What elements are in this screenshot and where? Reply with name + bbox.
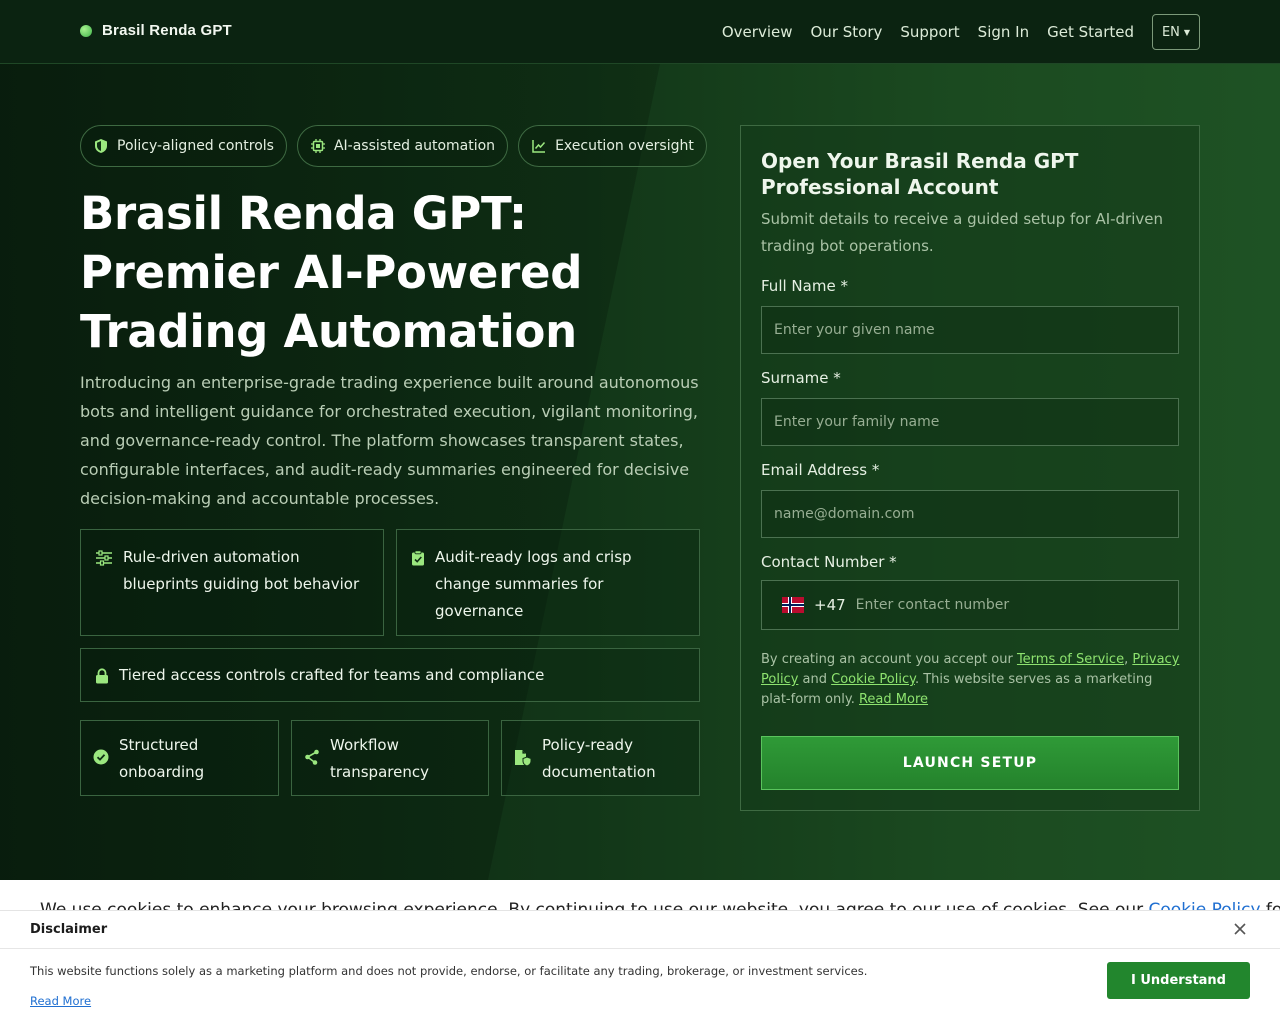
feature-label: Workflow transparency [330, 736, 429, 781]
chip-icon [310, 139, 325, 153]
hero-title: Brasil Renda GPT: Premier AI-Powered Tra… [80, 187, 583, 358]
nav-sign-in[interactable]: Sign In [978, 23, 1029, 41]
hero-chips: Policy-aligned controls AI-assisted auto… [80, 125, 707, 167]
shield-icon [95, 139, 107, 153]
feature-onboarding: Structured onboarding [80, 720, 279, 796]
chip-ai: AI-assisted automation [296, 125, 509, 167]
brand-name: Brasil Renda GPT [102, 22, 232, 39]
feature-access-controls: Tiered access controls crafted for teams… [80, 648, 700, 702]
disclaimer-header: Disclaimer [0, 911, 1280, 949]
check-circle-icon [93, 749, 109, 765]
terms-and: and [798, 672, 832, 687]
feature-label: Structured onboarding [119, 736, 205, 781]
feature-label: Policy-ready documentation [542, 736, 656, 781]
surname-input[interactable] [761, 398, 1179, 446]
share-nodes-icon [305, 749, 319, 765]
contact-number-input[interactable] [855, 597, 1178, 613]
form-subtitle: Submit details to receive a guided setup… [761, 210, 1164, 255]
chevron-down-icon: ▼ [1183, 27, 1191, 37]
sliders-icon [96, 550, 112, 566]
brand-logo-dot [80, 24, 92, 37]
disclaimer-text: This website functions solely as a marke… [30, 964, 868, 978]
terms-prefix: By creating an account you accept our [761, 652, 1017, 667]
full-name-input[interactable] [761, 306, 1179, 354]
site-header: Brasil Renda GPT Overview Our Story Supp… [0, 0, 1280, 64]
chip-execution: Execution oversight [518, 125, 707, 167]
nav-overview[interactable]: Overview [722, 23, 793, 41]
chip-label: Policy-aligned controls [117, 138, 274, 154]
nav-get-started[interactable]: Get Started [1047, 23, 1134, 41]
terms-read-more-link[interactable]: Read More [859, 692, 928, 707]
chip-label: AI-assisted automation [333, 138, 496, 154]
email-label: Email Address * [761, 461, 880, 479]
contact-number-label: Contact Number * [761, 553, 897, 571]
signup-form: Open Your Brasil Renda GPT Professional … [740, 125, 1200, 811]
brand[interactable]: Brasil Renda GPT [80, 22, 232, 39]
chip-label: Execution oversight [555, 138, 694, 154]
nav-support[interactable]: Support [900, 23, 959, 41]
disclaimer-read-more-link[interactable]: Read More [30, 994, 91, 1008]
file-shield-icon [515, 750, 532, 767]
dial-code: +47 [814, 596, 846, 614]
email-input[interactable] [761, 490, 1179, 538]
chart-line-icon [532, 140, 546, 153]
terms-of-service-link[interactable]: Terms of Service [1017, 652, 1124, 667]
i-understand-button[interactable]: I Understand [1107, 962, 1250, 999]
lock-icon [96, 668, 108, 684]
form-title: Open Your Brasil Renda GPT Professional … [761, 149, 1079, 199]
feature-label: Audit-ready logs and crisp change summar… [435, 548, 632, 620]
feature-rule-driven: Rule-driven automation blueprints guidin… [80, 529, 384, 636]
language-code: EN [1161, 24, 1180, 40]
norway-flag-icon[interactable] [782, 597, 804, 613]
main-nav: Overview Our Story Support Sign In Get S… [722, 14, 1200, 50]
feature-audit-logs: Audit-ready logs and crisp change summar… [396, 529, 700, 636]
disclaimer-title: Disclaimer [30, 922, 108, 937]
full-name-label: Full Name * [761, 277, 848, 295]
nav-our-story[interactable]: Our Story [811, 23, 883, 41]
feature-label: Rule-driven automation blueprints guidin… [123, 548, 360, 593]
cookie-policy-link[interactable]: Cookie Policy [831, 672, 915, 687]
clipboard-check-icon [412, 550, 424, 566]
language-selector[interactable]: EN ▼ [1152, 14, 1200, 50]
launch-setup-button[interactable]: LAUNCH SETUP [761, 736, 1179, 790]
feature-documentation: Policy-ready documentation [501, 720, 700, 796]
chip-policy: Policy-aligned controls [80, 125, 287, 167]
hero-lead: Introducing an enterprise-grade trading … [80, 373, 699, 508]
disclaimer-panel: Disclaimer This website functions solely… [0, 910, 1280, 1024]
close-icon[interactable] [1232, 921, 1248, 937]
surname-label: Surname * [761, 369, 841, 387]
terms-text: By creating an account you accept our Te… [761, 650, 1181, 710]
feature-label: Tiered access controls crafted for teams… [119, 666, 545, 684]
contact-number-field: +47 [761, 580, 1179, 630]
feature-workflow: Workflow transparency [291, 720, 489, 796]
